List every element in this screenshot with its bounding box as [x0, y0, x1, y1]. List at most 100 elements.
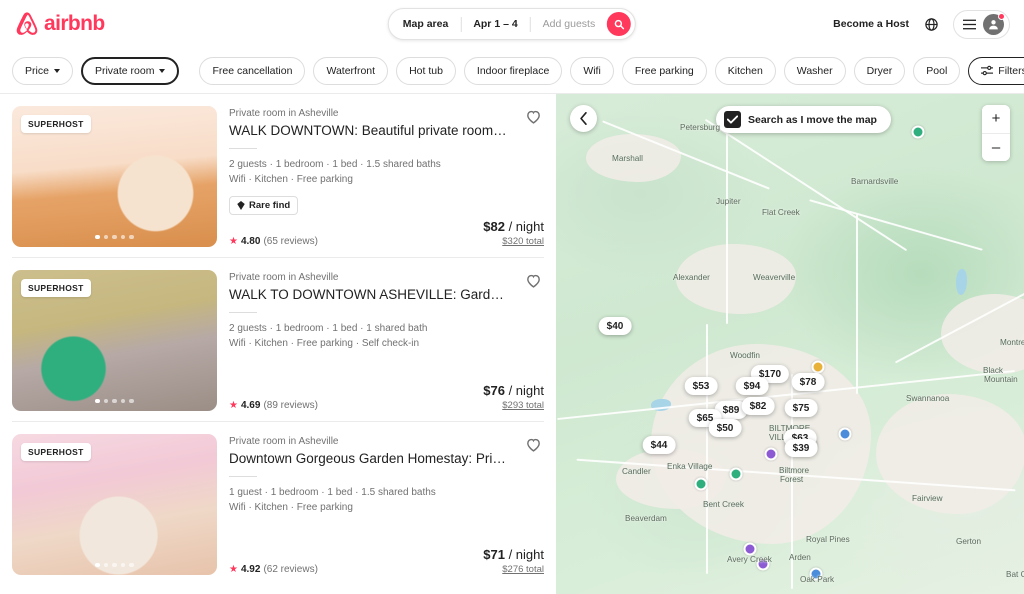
- map-zoom-controls[interactable]: + –: [982, 105, 1010, 161]
- checkbox[interactable]: [724, 111, 741, 128]
- listing-total-price[interactable]: $320 total: [483, 236, 544, 247]
- map-poi-icon[interactable]: [765, 448, 778, 461]
- filters-button[interactable]: Filters 1: [968, 57, 1024, 85]
- filter-chip-pool[interactable]: Pool: [913, 57, 960, 85]
- listing-photo[interactable]: SUPERHOST: [12, 270, 217, 411]
- carousel-dots[interactable]: [12, 563, 217, 568]
- price-unit: / night: [509, 219, 544, 234]
- carousel-dot[interactable]: [129, 235, 134, 240]
- search-dates[interactable]: Apr 1 – 4: [461, 18, 529, 30]
- rating-value: 4.80: [241, 236, 260, 247]
- search-guests[interactable]: Add guests: [531, 18, 608, 30]
- map-label: Gerton: [956, 537, 981, 546]
- map-price-pin[interactable]: $40: [599, 317, 632, 335]
- price-amount: $71: [483, 547, 505, 562]
- map-price-pin[interactable]: $53: [685, 377, 718, 395]
- map-poi-icon[interactable]: [744, 543, 757, 556]
- listing-card[interactable]: SUPERHOST Private room in Asheville Down…: [12, 422, 544, 585]
- map-price-pin[interactable]: $75: [785, 399, 818, 417]
- listing-title[interactable]: Downtown Gorgeous Garden Homestay: Priva…: [229, 451, 544, 468]
- favorite-heart-button[interactable]: [525, 108, 542, 125]
- map-urban-area: [586, 134, 681, 182]
- map-label: Flat Creek: [762, 208, 800, 217]
- map-back-button[interactable]: [570, 105, 597, 132]
- search-button[interactable]: [607, 12, 631, 36]
- filter-chip-wifi[interactable]: Wifi: [570, 57, 614, 85]
- map-panel[interactable]: Search as I move the map + – PetersburgM…: [556, 94, 1024, 594]
- carousel-dots[interactable]: [12, 399, 217, 404]
- listing-photo[interactable]: SUPERHOST: [12, 106, 217, 247]
- carousel-dot[interactable]: [121, 399, 126, 404]
- airbnb-logo[interactable]: airbnb: [14, 11, 105, 37]
- carousel-dot[interactable]: [104, 563, 109, 568]
- map-price-pin[interactable]: $94: [736, 377, 769, 395]
- map-poi-icon[interactable]: [730, 468, 743, 481]
- filter-chip-price[interactable]: Price: [12, 57, 73, 85]
- map-zoom-in-button[interactable]: +: [982, 105, 1010, 133]
- map-poi-icon[interactable]: [757, 558, 770, 571]
- favorite-heart-button[interactable]: [525, 272, 542, 289]
- listing-card[interactable]: SUPERHOST Private room in Asheville WALK…: [12, 94, 544, 258]
- listing-card[interactable]: SUPERHOST Private room in Asheville WALK…: [12, 258, 544, 422]
- review-count: (62 reviews): [263, 564, 317, 575]
- map-poi-icon[interactable]: [695, 478, 708, 491]
- filter-chip-free-parking[interactable]: Free parking: [622, 57, 707, 85]
- map-price-pin[interactable]: $82: [742, 397, 775, 415]
- filter-chip-dryer[interactable]: Dryer: [854, 57, 906, 85]
- map-price-pin[interactable]: $39: [785, 439, 818, 457]
- carousel-dot[interactable]: [112, 563, 117, 568]
- search-icon: [614, 19, 625, 30]
- map-price-pin[interactable]: $44: [643, 436, 676, 454]
- filter-chip-free-cancellation[interactable]: Free cancellation: [199, 57, 305, 85]
- rare-find-badge: Rare find: [229, 196, 298, 215]
- chip-label: Washer: [797, 65, 833, 77]
- filter-chip-washer[interactable]: Washer: [784, 57, 846, 85]
- map-label: Beaverdam: [625, 514, 667, 523]
- listing-info: Private room in Asheville Downtown Gorge…: [229, 434, 544, 575]
- filter-chip-kitchen[interactable]: Kitchen: [715, 57, 776, 85]
- map-price-pin[interactable]: $78: [792, 373, 825, 391]
- map-label: Barnardsville: [851, 177, 898, 186]
- carousel-dot[interactable]: [129, 563, 134, 568]
- listing-photo[interactable]: SUPERHOST: [12, 434, 217, 575]
- carousel-dot[interactable]: [95, 235, 100, 240]
- logo-text: airbnb: [44, 12, 105, 36]
- language-globe-button[interactable]: [919, 12, 943, 36]
- search-location[interactable]: Map area: [403, 18, 461, 30]
- heart-icon: [525, 436, 542, 453]
- avatar[interactable]: [983, 14, 1004, 35]
- user-menu-button[interactable]: [953, 10, 1010, 39]
- map-poi-icon[interactable]: [810, 568, 823, 581]
- carousel-dot[interactable]: [104, 235, 109, 240]
- listing-title[interactable]: WALK DOWNTOWN: Beautiful private room in…: [229, 123, 544, 140]
- filter-chip-indoor-fireplace[interactable]: Indoor fireplace: [464, 57, 562, 85]
- chip-label: Dryer: [867, 65, 893, 77]
- map-zoom-out-button[interactable]: –: [982, 133, 1010, 161]
- map-poi-icon[interactable]: [912, 126, 925, 139]
- carousel-dot[interactable]: [95, 563, 100, 568]
- carousel-dot[interactable]: [129, 399, 134, 404]
- header-actions: Become a Host: [833, 10, 1010, 39]
- filter-chip-waterfront[interactable]: Waterfront: [313, 57, 388, 85]
- search-bar[interactable]: Map area Apr 1 – 4 Add guests: [388, 8, 636, 40]
- become-a-host-link[interactable]: Become a Host: [833, 18, 909, 30]
- carousel-dot[interactable]: [95, 399, 100, 404]
- listing-title[interactable]: WALK TO DOWNTOWN ASHEVILLE: Garden Home.…: [229, 287, 544, 304]
- listing-meta-amenities: Wifi · Kitchen · Free parking: [229, 500, 544, 516]
- listing-total-price[interactable]: $293 total: [483, 400, 544, 411]
- map-poi-icon[interactable]: [812, 361, 825, 374]
- carousel-dot[interactable]: [112, 399, 117, 404]
- favorite-heart-button[interactable]: [525, 436, 542, 453]
- carousel-dot[interactable]: [104, 399, 109, 404]
- filter-chip-hot-tub[interactable]: Hot tub: [396, 57, 456, 85]
- map-poi-icon[interactable]: [839, 428, 852, 441]
- filter-chip-room-type[interactable]: Private room: [81, 57, 180, 85]
- carousel-dots[interactable]: [12, 235, 217, 240]
- carousel-dot[interactable]: [121, 563, 126, 568]
- listing-total-price[interactable]: $276 total: [483, 564, 544, 575]
- star-icon: ★: [229, 400, 238, 411]
- search-as-i-move-toggle[interactable]: Search as I move the map: [716, 106, 891, 133]
- map-price-pin[interactable]: $50: [709, 419, 742, 437]
- carousel-dot[interactable]: [121, 235, 126, 240]
- carousel-dot[interactable]: [112, 235, 117, 240]
